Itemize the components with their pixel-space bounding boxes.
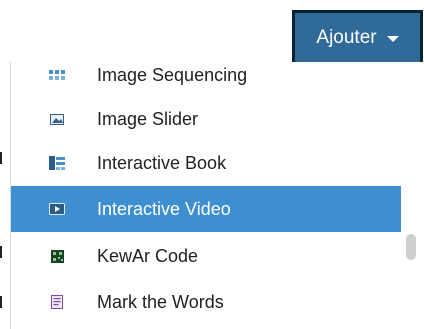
kewar-code-icon [49,249,65,263]
menu-item-image-sequencing[interactable]: Image Sequencing [11,62,402,98]
content-type-dropdown-menu: Image Sequencing Image Slider Interactiv… [10,62,403,329]
menu-item-mark-the-words[interactable]: Mark the Words [11,279,402,325]
mark-the-words-icon [49,295,65,309]
menu-item-image-slider[interactable]: Image Slider [11,96,402,142]
scrollbar-track[interactable] [401,62,424,329]
menu-item-label: Image Slider [97,108,199,129]
add-button-label: Ajouter [316,27,377,48]
left-edge [0,0,3,329]
menu-item-label: Mark the Words [97,291,224,312]
chevron-down-icon [386,36,399,42]
menu-item-label: Image Sequencing [97,64,248,85]
image-slider-icon [49,112,65,126]
add-button[interactable]: Ajouter [292,10,423,66]
menu-item-interactive-book[interactable]: Interactive Book [11,140,402,186]
menu-item-label: Interactive Book [97,152,227,173]
menu-item-kewar-code[interactable]: KewAr Code [11,233,402,279]
left-edge-tick [0,296,2,308]
image-sequencing-icon [49,68,65,82]
left-edge-tick [0,246,2,258]
menu-item-label: KewAr Code [97,245,199,266]
left-edge-tick [0,152,2,164]
menu-item-interactive-video[interactable]: Interactive Video [11,186,402,232]
interactive-video-icon [49,202,65,216]
scrollbar-thumb[interactable] [406,234,416,260]
interactive-book-icon [49,156,65,170]
menu-item-label: Interactive Video [97,198,231,219]
